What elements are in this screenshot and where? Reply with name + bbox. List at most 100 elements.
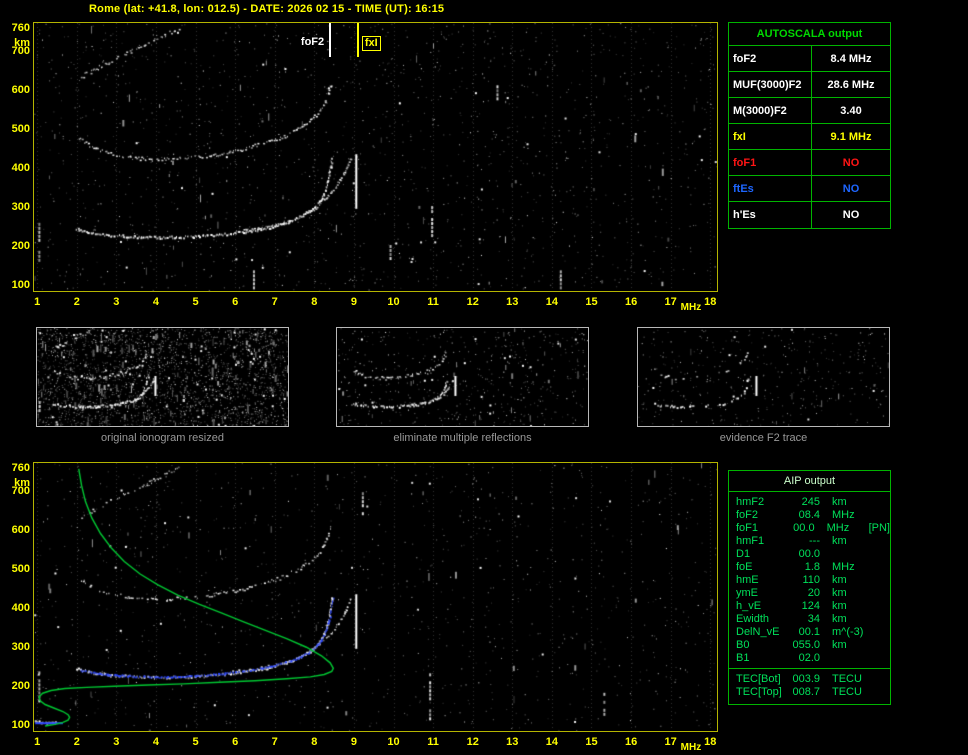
thumbnail-original-caption: original ionogram resized bbox=[36, 432, 289, 444]
x-axis-label: 18 bbox=[700, 736, 720, 749]
profile-ionogram-canvas bbox=[34, 463, 717, 731]
thumbnail-original-canvas bbox=[37, 328, 288, 426]
table-row: ymE20km bbox=[729, 587, 890, 600]
aip-param-unit: km bbox=[832, 587, 872, 600]
aip-table-body: hmF2245km foF208.4MHz foF100.0MHz[PN] hm… bbox=[729, 492, 890, 668]
aip-param-value: 055.0 bbox=[789, 639, 820, 652]
param-label: M(3000)F2 bbox=[729, 98, 812, 123]
x-axis-unit: MHz bbox=[681, 741, 702, 754]
table-row: ftEsNO bbox=[729, 176, 890, 202]
x-axis-label: 13 bbox=[502, 736, 522, 749]
x-axis-label: 7 bbox=[265, 296, 285, 309]
y-axis-label: 200 bbox=[4, 680, 30, 693]
table-row: foF1NO bbox=[729, 150, 890, 176]
aip-param-unit: TECU bbox=[832, 673, 872, 686]
table-row: Ewidth34km bbox=[729, 613, 890, 626]
table-row: hmE110km bbox=[729, 574, 890, 587]
x-axis-label: 6 bbox=[225, 296, 245, 309]
y-axis-label: 300 bbox=[4, 641, 30, 654]
aip-param-unit bbox=[832, 548, 872, 561]
y-axis-label: 500 bbox=[4, 563, 30, 576]
x-axis-label: 16 bbox=[621, 296, 641, 309]
thumbnail-eliminate-reflections bbox=[336, 327, 589, 427]
y-axis-label: 400 bbox=[4, 162, 30, 175]
aip-param-value: 34 bbox=[789, 613, 820, 626]
y-axis-label: 760 bbox=[4, 462, 30, 475]
x-axis-label: 11 bbox=[423, 296, 443, 309]
x-axis-label: 7 bbox=[265, 736, 285, 749]
aip-param-value: 08.4 bbox=[789, 509, 820, 522]
param-label: MUF(3000)F2 bbox=[729, 72, 812, 97]
x-axis-label: 6 bbox=[225, 736, 245, 749]
aip-param-unit: MHz bbox=[832, 561, 872, 574]
x-axis-label: 3 bbox=[106, 296, 126, 309]
param-label: foF1 bbox=[729, 150, 812, 175]
thumbnail-eliminate-reflections-caption: eliminate multiple reflections bbox=[336, 432, 589, 444]
station-date-title: Rome (lat: +41.8, lon: 012.5) - DATE: 20… bbox=[89, 3, 444, 15]
y-axis-label: 100 bbox=[4, 279, 30, 292]
aip-param-flag: [PN] bbox=[869, 522, 890, 535]
x-axis-label: 12 bbox=[463, 736, 483, 749]
table-row: foE1.8MHz bbox=[729, 561, 890, 574]
aip-param-value: 124 bbox=[789, 600, 820, 613]
aip-param-name: foF2 bbox=[736, 509, 789, 522]
thumbnail-original-ionogram bbox=[36, 327, 289, 427]
aip-param-name: h_vE bbox=[736, 600, 789, 613]
x-axis-label: 14 bbox=[542, 736, 562, 749]
aip-param-value: 20 bbox=[789, 587, 820, 600]
param-value: NO bbox=[812, 176, 890, 201]
aip-param-unit: km bbox=[832, 574, 872, 587]
x-axis-label: 17 bbox=[661, 296, 681, 309]
y-axis-label: 760 bbox=[4, 22, 30, 35]
aip-param-name: B1 bbox=[736, 652, 789, 665]
aip-param-unit: km bbox=[832, 496, 872, 509]
autoscala-output-table: AUTOSCALA output foF28.4 MHz MUF(3000)F2… bbox=[728, 22, 891, 229]
y-axis-unit: km bbox=[4, 477, 30, 490]
thumbnail-evidence-f2-canvas bbox=[638, 328, 889, 426]
x-axis-label: 18 bbox=[700, 296, 720, 309]
aip-param-value: 110 bbox=[789, 574, 820, 587]
aip-param-name: B0 bbox=[736, 639, 789, 652]
aip-param-name: TEC[Bot] bbox=[736, 673, 789, 686]
param-label: h'Es bbox=[729, 202, 812, 228]
aip-param-name: DelN_vE bbox=[736, 626, 789, 639]
y-axis-unit: km bbox=[4, 37, 30, 50]
table-row: foF208.4 MHz bbox=[729, 509, 890, 522]
table-row: M(3000)F23.40 bbox=[729, 98, 890, 124]
aip-param-name: foE bbox=[736, 561, 789, 574]
aip-param-name: foF1 bbox=[736, 522, 786, 535]
x-axis-label: 9 bbox=[344, 736, 364, 749]
x-axis-label: 3 bbox=[106, 736, 126, 749]
fxI-marker-line bbox=[357, 23, 359, 57]
profile-ionogram-panel: 760700600500400300200100km12345678910111… bbox=[33, 462, 718, 732]
aip-param-unit: TECU bbox=[832, 686, 872, 699]
x-axis-label: 1 bbox=[27, 296, 47, 309]
table-row: D100.0 bbox=[729, 548, 890, 561]
x-axis-label: 4 bbox=[146, 296, 166, 309]
aip-param-unit: MHz bbox=[832, 509, 872, 522]
aip-param-name: hmF1 bbox=[736, 535, 789, 548]
thumbnail-eliminate-reflections-canvas bbox=[337, 328, 588, 426]
aip-param-value: 00.0 bbox=[786, 522, 815, 535]
table-row: fxI9.1 MHz bbox=[729, 124, 890, 150]
aip-param-unit: m^(-3) bbox=[832, 626, 872, 639]
table-row: h'EsNO bbox=[729, 202, 890, 228]
aip-param-unit: km bbox=[832, 613, 872, 626]
x-axis-label: 5 bbox=[186, 736, 206, 749]
y-axis-label: 600 bbox=[4, 524, 30, 537]
table-row: h_vE124km bbox=[729, 600, 890, 613]
param-value: NO bbox=[812, 202, 890, 228]
aip-param-value: 245 bbox=[789, 496, 820, 509]
autoscala-window: Rome (lat: +41.8, lon: 012.5) - DATE: 20… bbox=[0, 0, 968, 755]
aip-param-value: 02.0 bbox=[789, 652, 820, 665]
table-row: foF28.4 MHz bbox=[729, 46, 890, 72]
table-row: MUF(3000)F228.6 MHz bbox=[729, 72, 890, 98]
autoscala-table-title: AUTOSCALA output bbox=[729, 23, 890, 46]
table-row: TEC[Bot]003.9 TECU bbox=[729, 673, 890, 686]
table-row: hmF2245km bbox=[729, 496, 890, 509]
x-axis-label: 12 bbox=[463, 296, 483, 309]
scaled-ionogram-panel: 760700600500400300200100km12345678910111… bbox=[33, 22, 718, 292]
aip-param-value: 003.9 bbox=[789, 673, 820, 686]
aip-param-name: D1 bbox=[736, 548, 789, 561]
x-axis-label: 2 bbox=[67, 296, 87, 309]
